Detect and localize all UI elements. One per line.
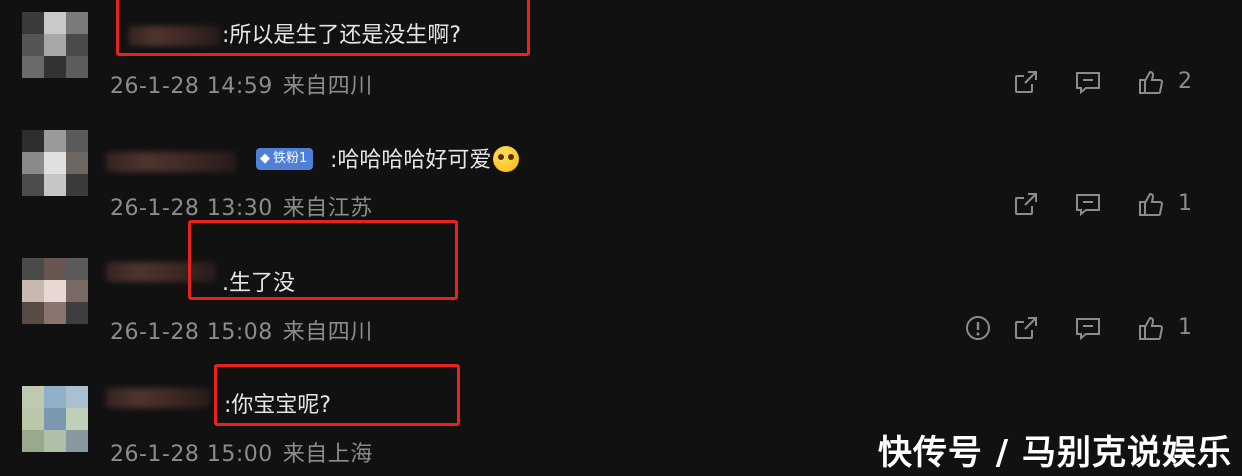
- share-icon[interactable]: [1012, 68, 1040, 96]
- avatar-pixel: [44, 258, 66, 280]
- comment-meta: 26-1-28 15:00 来自上海: [110, 436, 373, 468]
- comment-time: 26-1-28 15:00: [110, 442, 273, 467]
- highlight-box: [188, 220, 458, 300]
- comment-text-content: :哈哈哈哈好可爱: [330, 148, 492, 173]
- comment-reply-icon[interactable]: [1074, 68, 1102, 96]
- like-count: 1: [1178, 315, 1192, 340]
- avatar-pixel: [22, 430, 44, 452]
- avatar-pixel: [66, 280, 88, 302]
- avatar-pixel: [44, 302, 66, 324]
- avatar-pixel: [22, 386, 44, 408]
- highlight-box: [116, 0, 530, 56]
- username-blurred[interactable]: [106, 388, 210, 408]
- avatar-pixel: [22, 130, 44, 152]
- avatar-pixel: [22, 12, 44, 34]
- avatar-pixel: [22, 258, 44, 280]
- like-icon[interactable]: [1136, 190, 1164, 218]
- comment-actions: 2: [1012, 68, 1242, 98]
- avatar-pixel: [44, 12, 66, 34]
- avatar-pixel: [44, 174, 66, 196]
- like-count: 1: [1178, 191, 1192, 216]
- comment-meta: 26-1-28 15:08 来自四川: [110, 314, 373, 346]
- comment-location: 来自上海: [282, 442, 373, 467]
- fan-badge[interactable]: ◆ 铁粉1: [256, 148, 314, 170]
- avatar-pixel: [44, 152, 66, 174]
- avatar-pixel: [22, 56, 44, 78]
- avatar-pixel: [44, 430, 66, 452]
- avatar-pixel: [44, 34, 66, 56]
- report-icon[interactable]: [964, 314, 992, 342]
- avatar-pixel: [22, 280, 44, 302]
- avatar-pixel: [66, 174, 88, 196]
- username-blurred[interactable]: [106, 152, 236, 172]
- avatar-pixel: [22, 34, 44, 56]
- avatar-pixel: [66, 34, 88, 56]
- share-icon[interactable]: [1012, 190, 1040, 218]
- avatar[interactable]: [22, 258, 88, 324]
- comment-location: 来自四川: [282, 74, 373, 99]
- avatar[interactable]: [22, 12, 88, 78]
- avatar-pixel: [66, 408, 88, 430]
- comment-item: ◆ 铁粉1 :哈哈哈哈好可爱 26-1-28 13:30 来自江苏 1: [0, 118, 1242, 228]
- avatar-pixel: [66, 152, 88, 174]
- comment-time: 26-1-28 15:08: [110, 320, 273, 345]
- comment-meta: 26-1-28 14:59 来自四川: [110, 68, 373, 100]
- comment-actions: 1: [1012, 190, 1242, 220]
- avatar-pixel: [66, 258, 88, 280]
- avatar-pixel: [44, 280, 66, 302]
- comment-location: 来自江苏: [282, 196, 373, 221]
- highlight-box: [214, 364, 460, 426]
- avatar-pixel: [66, 430, 88, 452]
- avatar-pixel: [44, 386, 66, 408]
- avatar-pixel: [44, 130, 66, 152]
- avatar-pixel: [22, 152, 44, 174]
- comment-time: 26-1-28 14:59: [110, 74, 273, 99]
- like-icon[interactable]: [1136, 314, 1164, 342]
- comment-text: :哈哈哈哈好可爱: [330, 146, 520, 175]
- crying-laugh-emoji-icon: [493, 146, 520, 172]
- avatar-pixel: [44, 408, 66, 430]
- avatar-pixel: [44, 56, 66, 78]
- comment-meta: 26-1-28 13:30 来自江苏: [110, 190, 373, 222]
- diamond-icon: ◆: [260, 151, 270, 166]
- like-icon[interactable]: [1136, 68, 1164, 96]
- avatar-pixel: [66, 12, 88, 34]
- avatar-pixel: [22, 302, 44, 324]
- avatar-pixel: [22, 408, 44, 430]
- avatar-pixel: [22, 174, 44, 196]
- avatar-pixel: [66, 386, 88, 408]
- comment-reply-icon[interactable]: [1074, 190, 1102, 218]
- like-count: 2: [1178, 69, 1192, 94]
- watermark-text: 快传号 / 马别克说娱乐: [877, 433, 1232, 473]
- comment-reply-icon[interactable]: [1074, 314, 1102, 342]
- avatar[interactable]: [22, 386, 88, 452]
- comment-time: 26-1-28 13:30: [110, 196, 273, 221]
- avatar-pixel: [66, 130, 88, 152]
- badge-label: 铁粉1: [273, 151, 308, 166]
- avatar-pixel: [66, 302, 88, 324]
- comment-item: .生了没 26-1-28 15:08 来自四川 1: [0, 228, 1242, 352]
- comment-location: 来自四川: [282, 320, 373, 345]
- avatar-pixel: [66, 56, 88, 78]
- comment-actions: 1: [964, 314, 1242, 344]
- share-icon[interactable]: [1012, 314, 1040, 342]
- avatar[interactable]: [22, 130, 88, 196]
